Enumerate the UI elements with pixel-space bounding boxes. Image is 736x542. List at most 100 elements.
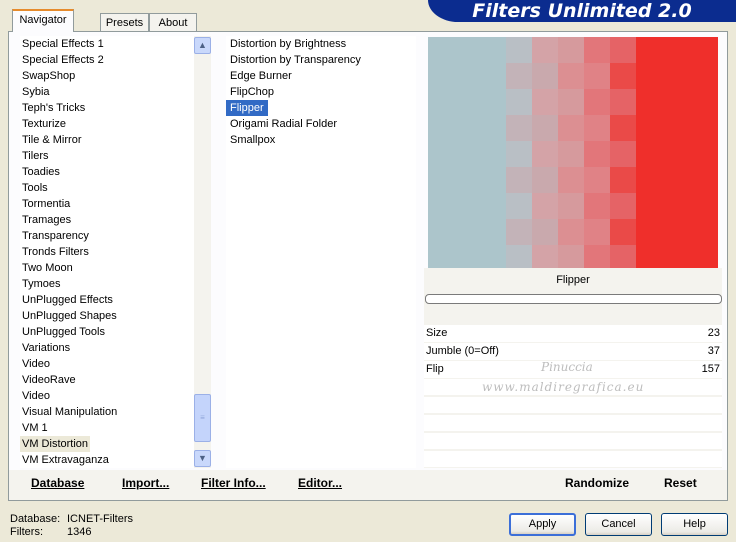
preview-block	[506, 89, 532, 115]
preview-block	[506, 141, 532, 167]
filter-preview-image	[428, 37, 718, 268]
preview-block	[558, 89, 584, 115]
preview-block	[610, 89, 636, 115]
param-empty-row	[424, 433, 722, 449]
preview-block	[584, 219, 610, 245]
list-item[interactable]: Two Moon	[20, 260, 194, 276]
preview-block	[610, 37, 636, 63]
param-value[interactable]: 23	[708, 325, 720, 342]
reset-button[interactable]: Reset	[664, 476, 697, 490]
category-list[interactable]: Special Effects 1 Special Effects 2 Swap…	[20, 36, 194, 468]
list-item[interactable]: Distortion by Transparency	[226, 52, 416, 68]
database-button[interactable]: Database	[31, 476, 84, 490]
list-item[interactable]: Distortion by Brightness	[226, 36, 416, 52]
preview-block	[584, 63, 610, 89]
preview-block	[558, 37, 584, 63]
param-empty-row	[424, 451, 722, 467]
category-scrollbar[interactable]: ▲ ≡ ▼	[194, 36, 211, 468]
preview-filter-name: Flipper	[556, 274, 590, 286]
list-item[interactable]: Origami Radial Folder	[226, 116, 416, 132]
list-item[interactable]: Transparency	[20, 228, 194, 244]
list-item[interactable]: SwapShop	[20, 68, 194, 84]
preview-block	[532, 167, 558, 193]
preview-block	[584, 167, 610, 193]
list-item[interactable]: Special Effects 2	[20, 52, 194, 68]
list-item[interactable]: VM 1	[20, 420, 194, 436]
list-item[interactable]: Teph's Tricks	[20, 100, 194, 116]
list-item[interactable]: Toadies	[20, 164, 194, 180]
list-item[interactable]: Special Effects 1	[20, 36, 194, 52]
list-item[interactable]: VM Extravaganza	[20, 452, 194, 468]
progress-bar	[425, 294, 722, 304]
list-item[interactable]: VideoRave	[20, 372, 194, 388]
list-item[interactable]: UnPlugged Shapes	[20, 308, 194, 324]
param-label: Size	[426, 327, 448, 339]
preview-block	[532, 219, 558, 245]
preview-block	[506, 37, 532, 63]
list-item[interactable]: Video	[20, 356, 194, 372]
preview-block	[610, 193, 636, 219]
preview-block	[532, 63, 558, 89]
status-database: Database: ICNET-Filters	[10, 513, 133, 525]
list-item-selected[interactable]: Flipper	[226, 100, 268, 116]
status-value: 1346	[67, 526, 92, 538]
list-item[interactable]: Variations	[20, 340, 194, 356]
preview-block	[610, 141, 636, 167]
list-item[interactable]: Smallpox	[226, 132, 416, 148]
filter-list[interactable]: Distortion by Brightness Distortion by T…	[226, 36, 416, 468]
preview-block	[506, 193, 532, 219]
cancel-button[interactable]: Cancel	[585, 513, 652, 536]
list-item[interactable]: Tools	[20, 180, 194, 196]
list-item[interactable]: Visual Manipulation	[20, 404, 194, 420]
watermark-name: Pinuccia	[541, 360, 593, 374]
help-button[interactable]: Help	[661, 513, 728, 536]
randomize-button[interactable]: Randomize	[565, 476, 629, 490]
preview-band	[428, 37, 506, 268]
preview-block	[532, 115, 558, 141]
param-size[interactable]: Size 23	[424, 325, 722, 342]
list-item[interactable]: Tile & Mirror	[20, 132, 194, 148]
list-item[interactable]: FlipChop	[226, 84, 416, 100]
tab-about[interactable]: About	[149, 13, 197, 31]
param-jumble[interactable]: Jumble (0=Off) 37	[424, 343, 722, 360]
list-item[interactable]: Tramages	[20, 212, 194, 228]
preview-block	[558, 193, 584, 219]
list-item[interactable]: Edge Burner	[226, 68, 416, 84]
import-button[interactable]: Import...	[122, 476, 169, 490]
status-label: Filters:	[10, 526, 43, 538]
list-item[interactable]: Tronds Filters	[20, 244, 194, 260]
preview-block	[506, 245, 532, 268]
scroll-down-arrow-icon[interactable]: ▼	[194, 450, 211, 467]
status-filters: Filters: 1346	[10, 526, 91, 538]
param-empty-row	[424, 415, 722, 431]
list-item[interactable]: Video	[20, 388, 194, 404]
tab-navigator[interactable]: Navigator	[12, 9, 74, 32]
preview-block	[610, 245, 636, 268]
status-label: Database:	[10, 513, 61, 525]
app-title-banner: Filters Unlimited 2.0	[428, 0, 736, 22]
list-item[interactable]: UnPlugged Tools	[20, 324, 194, 340]
param-label: Jumble (0=Off)	[426, 345, 499, 357]
status-value: ICNET-Filters	[67, 513, 133, 525]
apply-button[interactable]: Apply	[509, 513, 576, 536]
param-value[interactable]: 37	[708, 343, 720, 360]
list-item[interactable]: UnPlugged Effects	[20, 292, 194, 308]
list-item[interactable]: Tymoes	[20, 276, 194, 292]
preview-block	[558, 141, 584, 167]
param-empty-row	[424, 397, 722, 413]
watermark-url: www.maldiregrafica.eu	[482, 380, 645, 394]
list-item[interactable]: Tormentia	[20, 196, 194, 212]
preview-block	[584, 115, 610, 141]
list-item[interactable]: Sybia	[20, 84, 194, 100]
editor-button[interactable]: Editor...	[298, 476, 342, 490]
scroll-up-arrow-icon[interactable]: ▲	[194, 37, 211, 54]
list-item[interactable]: Tilers	[20, 148, 194, 164]
filter-info-button[interactable]: Filter Info...	[201, 476, 266, 490]
scroll-thumb[interactable]: ≡	[194, 394, 211, 442]
list-item[interactable]: Texturize	[20, 116, 194, 132]
list-item-selected[interactable]: VM Distortion	[20, 436, 90, 452]
param-value[interactable]: 157	[702, 361, 720, 378]
preview-block	[558, 245, 584, 268]
param-label: Flip	[426, 363, 444, 375]
tab-presets[interactable]: Presets	[100, 13, 149, 31]
